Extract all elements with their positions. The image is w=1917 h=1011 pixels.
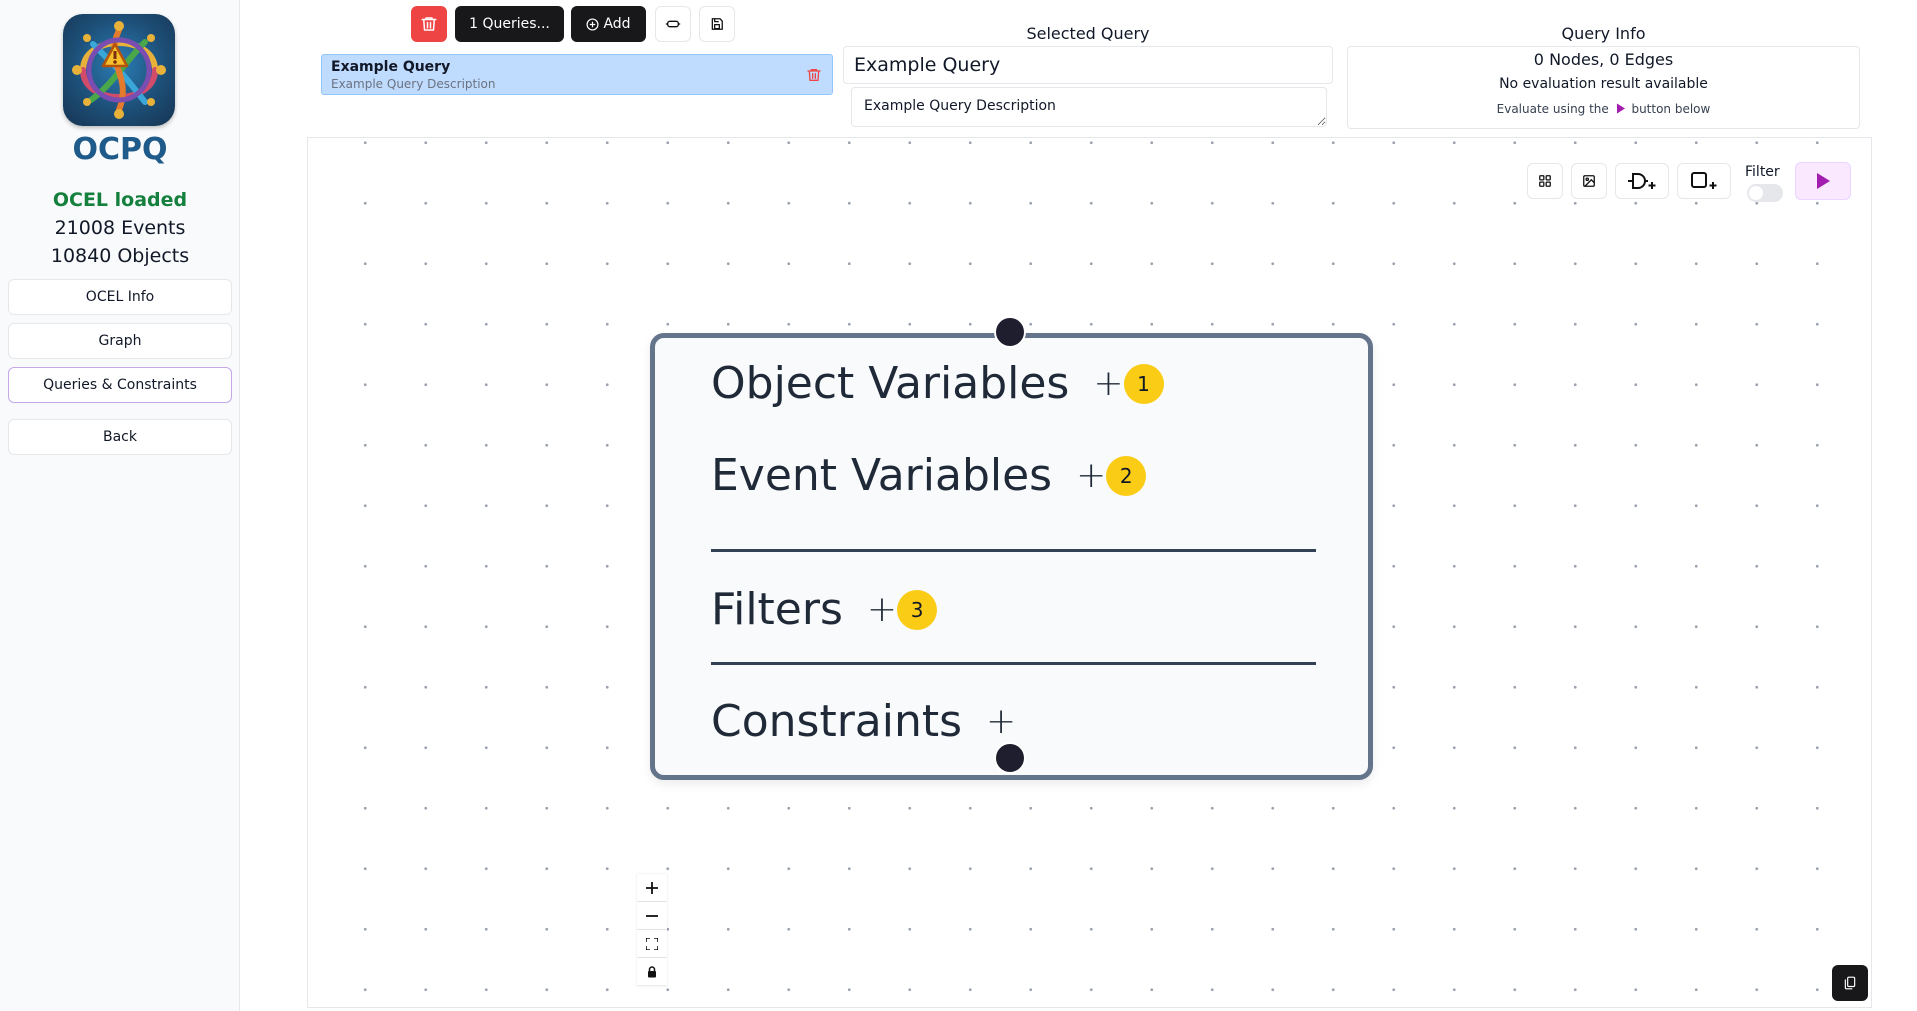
trash-icon[interactable]	[806, 67, 822, 83]
delete-query-button[interactable]	[411, 6, 447, 42]
query-info-hint: Evaluate using the button below	[1348, 102, 1859, 116]
nav-ocel-info-button[interactable]: OCEL Info	[8, 279, 232, 315]
query-canvas[interactable]: Filter Object Variables + 1 Event Variab…	[307, 137, 1872, 1008]
filters-label: Filters	[711, 584, 843, 635]
query-item-name: Example Query	[331, 59, 451, 75]
ocel-status: OCEL loaded	[52, 189, 188, 211]
plus-icon	[646, 881, 658, 894]
lock-button[interactable]	[637, 958, 667, 986]
clipboard-icon	[1844, 976, 1856, 990]
app-title: OCPQ	[72, 132, 168, 167]
queries-menu-button[interactable]: 1 Queries...	[455, 6, 564, 42]
add-query-button[interactable]: Add	[571, 6, 646, 42]
play-icon	[1616, 103, 1625, 114]
fit-view-button[interactable]	[637, 930, 667, 958]
node-input-handle[interactable]	[994, 316, 1026, 348]
selected-query-heading: Selected Query	[1026, 24, 1150, 43]
trash-icon	[421, 17, 437, 31]
nav-back-button[interactable]: Back	[8, 419, 232, 455]
badge-event-variables: 2	[1106, 455, 1147, 496]
filter-label: Filter	[1745, 164, 1780, 180]
add-gate-button[interactable]	[1615, 163, 1669, 199]
play-icon	[1817, 173, 1830, 189]
hint-suffix: button below	[1631, 102, 1711, 116]
node-divider	[711, 662, 1316, 665]
query-info-result: No evaluation result available	[1499, 76, 1708, 92]
layout-grid-icon	[1539, 175, 1551, 187]
query-item-description: Example Query Description	[331, 77, 496, 91]
query-info-panel: 0 Nodes, 0 Edges No evaluation result av…	[1347, 46, 1860, 129]
query-info-summary: 0 Nodes, 0 Edges	[1533, 50, 1674, 69]
add-event-variable-button[interactable]: +	[1076, 455, 1106, 496]
query-description-input[interactable]: Example Query Description	[851, 87, 1327, 127]
constraints-label: Constraints	[711, 696, 963, 747]
zoom-out-button[interactable]	[637, 902, 667, 930]
minus-icon	[646, 914, 658, 917]
add-query-label: Add	[603, 16, 631, 32]
filter-toggle-knob	[1749, 186, 1763, 200]
ocpq-logo	[63, 14, 175, 126]
auto-layout-button[interactable]	[1527, 163, 1563, 199]
object-variables-row: Object Variables + 1	[711, 358, 1164, 409]
dumbbell-icon	[665, 20, 681, 28]
export-image-button[interactable]	[1571, 163, 1607, 199]
query-name-input[interactable]	[843, 46, 1333, 84]
node-divider	[711, 549, 1316, 552]
fit-view-icon	[646, 937, 658, 950]
add-filter-button[interactable]: +	[867, 589, 897, 630]
plus-circle-icon	[586, 17, 599, 31]
objects-count: 10840 Objects	[50, 245, 190, 267]
filters-row: Filters + 3	[711, 584, 938, 635]
add-object-variable-button[interactable]: +	[1093, 363, 1123, 404]
constraints-row: Constraints +	[711, 696, 1016, 747]
add-constraint-button[interactable]: +	[986, 701, 1016, 742]
copy-json-button[interactable]	[1832, 965, 1868, 1001]
nav-graph-button[interactable]: Graph	[8, 323, 232, 359]
badge-object-variables: 1	[1123, 363, 1164, 404]
add-node-button[interactable]	[1677, 163, 1731, 199]
badge-filters: 3	[897, 589, 938, 630]
evaluate-button[interactable]	[1795, 162, 1851, 200]
export-query-button[interactable]	[655, 6, 691, 42]
square-plus-icon	[1691, 172, 1717, 189]
lock-icon	[648, 965, 656, 977]
save-query-button[interactable]	[699, 6, 735, 42]
event-variables-row: Event Variables + 2	[711, 450, 1147, 501]
filter-toggle[interactable]	[1747, 184, 1783, 202]
zoom-in-button[interactable]	[637, 874, 667, 902]
logic-gate-plus-icon	[1628, 173, 1656, 189]
object-variables-label: Object Variables	[711, 358, 1070, 409]
nav-queries-constraints-button[interactable]: Queries & Constraints	[8, 367, 232, 403]
node-output-handle[interactable]	[994, 742, 1026, 774]
events-count: 21008 Events	[54, 217, 186, 239]
sidebar: OCPQ OCEL loaded 21008 Events 10840 Obje…	[0, 0, 240, 1011]
image-icon	[1583, 175, 1595, 187]
query-info-heading: Query Info	[1561, 24, 1646, 43]
event-variables-label: Event Variables	[711, 450, 1053, 501]
query-node[interactable]: Object Variables + 1 Event Variables + 2…	[650, 316, 1373, 780]
query-list-item[interactable]: Example Query Example Query Description	[321, 54, 833, 95]
save-icon	[711, 18, 723, 30]
hint-prefix: Evaluate using the	[1496, 102, 1609, 116]
